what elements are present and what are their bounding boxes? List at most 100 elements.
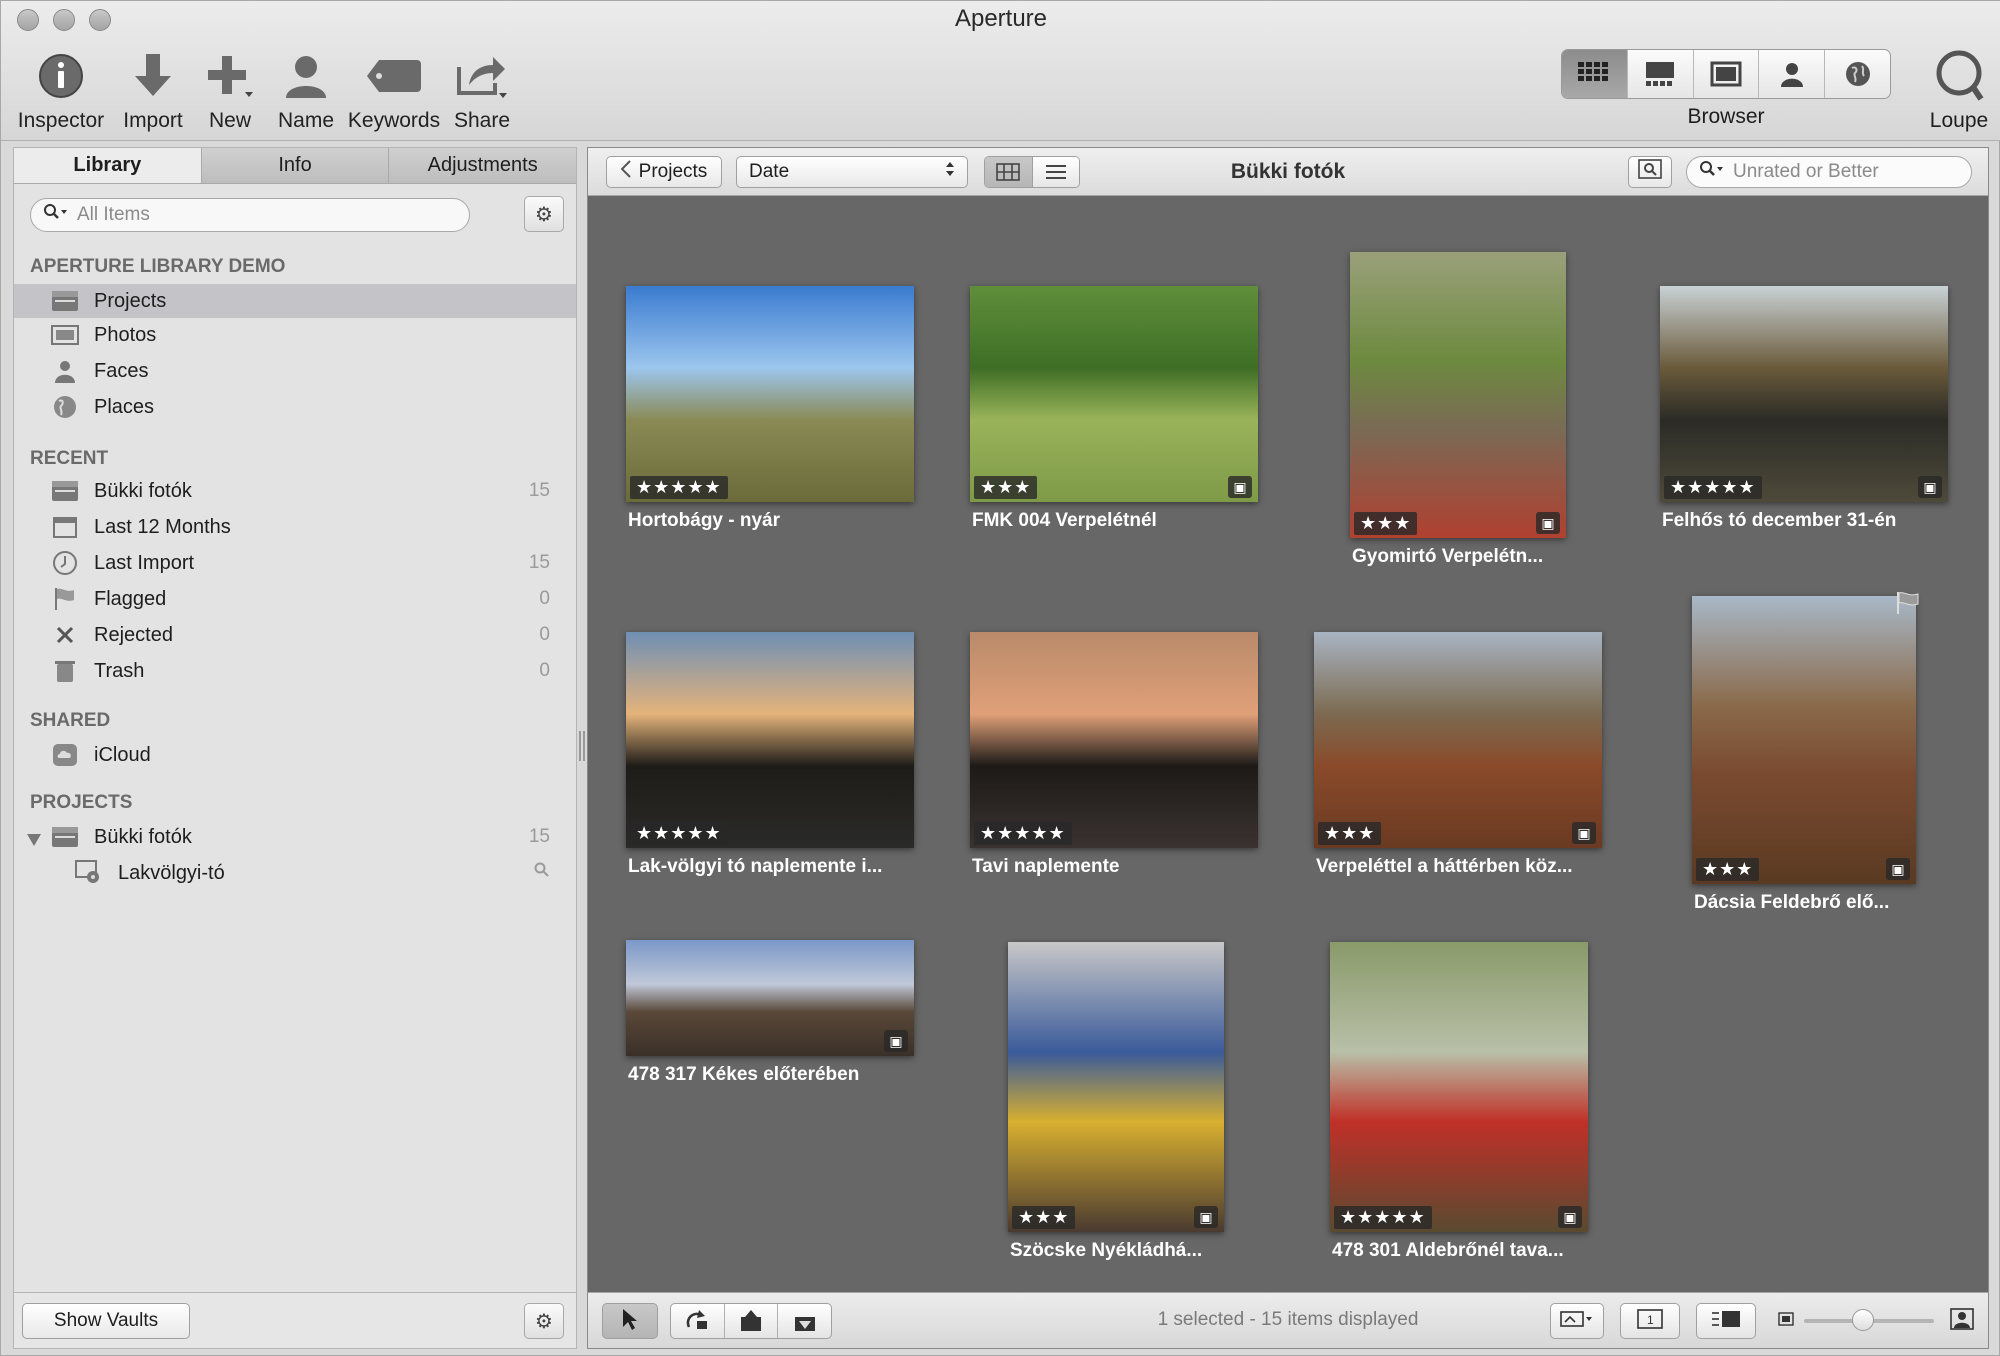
share-icon [447,47,517,105]
photo-image [626,632,914,848]
import-button[interactable]: Import [117,47,189,133]
tab-adjustments[interactable]: Adjustments [389,148,577,183]
photo-image [970,286,1258,502]
sidebar-item-label: Last 12 Months [94,515,231,538]
disclosure-triangle-icon[interactable] [26,830,42,853]
photo-thumbnail[interactable]: ▣ 478 317 Kékes előterében [626,940,914,1090]
split-view-handle[interactable] [579,731,585,761]
import-arrow-icon [117,47,189,105]
sidebar-footer: Show Vaults ⚙ [14,1292,576,1348]
photo-thumbnail[interactable]: ★★★ ▣ Szöcske Nyékládhá... [1008,942,1224,1266]
photo-thumbnail[interactable]: ★★★★★ Tavi naplemente [970,632,1258,882]
photo-image [626,286,914,502]
sidebar-item-rejected[interactable]: Rejected 0 [14,618,576,652]
sidebar-item-label: Faces [94,359,149,382]
sidebar-item-icloud[interactable]: iCloud [14,738,576,772]
library-action-gear-button[interactable]: ⚙ [524,196,564,232]
share-button[interactable]: Share [447,47,517,133]
view-mode-segmented-control [1561,49,1891,99]
toggle-list-panel-button[interactable] [1696,1303,1756,1339]
sidebar-item-label: Rejected [94,623,173,646]
sidebar-item-label: Projects [94,289,167,312]
keywords-button[interactable]: Keywords [347,47,441,133]
clock-icon [50,550,80,576]
metadata-overlay-button[interactable] [1550,1303,1604,1339]
sidebar-item-places[interactable]: Places [14,390,576,424]
sidebar-item-flagged[interactable]: Flagged 0 [14,582,576,616]
filmstrip-view-icon[interactable] [1628,50,1694,98]
item-count: 15 [528,826,550,847]
inspector-button[interactable]: Inspector [15,47,107,133]
tab-library[interactable]: Library [14,148,202,183]
photo-thumbnail[interactable]: ★★★★★ ▣ Felhős tó december 31-én [1660,286,1948,536]
sidebar-item-smart-album-lakvolgyi[interactable]: Lakvölgyi-tó [14,856,576,890]
sidebar-item-label: Lakvölgyi-tó [118,861,225,884]
faces-icon[interactable] [1759,50,1826,98]
import-label: Import [123,109,183,132]
item-count: 0 [539,660,550,681]
tag-icon [347,47,441,105]
photo-image [1692,596,1916,884]
photo-thumbnail[interactable]: ★★★★★ Hortobágy - nyár [626,286,914,536]
photo-thumbnail[interactable]: ★★★ ▣ FMK 004 Verpelétnél [970,286,1258,536]
thumbnail-size-slider-knob[interactable] [1852,1309,1874,1331]
item-count: 0 [539,624,550,645]
primary-only-button[interactable]: 1 [1620,1303,1680,1339]
rating-stars: ★★★★★ [630,476,728,499]
photo-caption: Felhős tó december 31-én [1662,510,1897,531]
sidebar-item-projects[interactable]: Projects [14,284,576,318]
share-label: Share [453,109,511,132]
photo-thumbnail[interactable]: ★★★ ▣ Gyomirtó Verpelétn... [1350,252,1566,572]
x-icon [50,625,80,645]
sidebar-item-faces[interactable]: Faces [14,354,576,388]
rating-stars: ★★★ [1318,822,1382,845]
sidebar-item-label: iCloud [94,743,151,766]
library-search-input[interactable]: All Items [30,198,470,232]
viewer-icon[interactable] [1694,50,1760,98]
loupe-icon [1921,47,1997,105]
project-box-icon [50,480,80,502]
adjusted-badge-icon: ▣ [1558,1206,1582,1228]
sidebar-item-recent-bukki[interactable]: Bükki fotók 15 [14,474,576,508]
photo-thumbnail[interactable]: ★★★★★ Lak-völgyi tó naplemente i... [626,632,914,882]
rating-stars: ★★★★★ [1664,476,1762,499]
sidebar-item-label: Trash [94,659,145,682]
search-placeholder: All Items [77,204,150,225]
sidebar-item-photos[interactable]: Photos [14,318,576,352]
recent-section-header: RECENT [30,448,109,469]
sidebar-item-last-12-months[interactable]: Last 12 Months [14,510,576,544]
rating-stars: ★★★ [1012,1206,1076,1229]
sidebar-item-project-bukki[interactable]: Bükki fotók 15 [14,820,576,854]
item-count: 0 [539,588,550,609]
browser-label: Browser [1687,105,1765,128]
search-icon [1699,160,1725,184]
grid-view-icon[interactable] [1562,50,1628,98]
new-button[interactable]: New [199,47,261,133]
rating-stars: ★★★ [1696,858,1760,881]
flag-icon [50,586,80,612]
name-button[interactable]: Name [271,47,341,133]
adjusted-badge-icon: ▣ [1194,1206,1218,1228]
rating-filter-placeholder: Unrated or Better [1733,161,1879,182]
filter-hud-button[interactable] [1628,156,1672,188]
places-icon[interactable] [1825,50,1890,98]
icloud-icon [50,742,80,768]
photo-image [1350,252,1566,538]
photo-thumbnail[interactable]: ★★★★★ ▣ 478 301 Aldebrőnél tava... [1330,942,1588,1266]
projects-icon [50,290,80,312]
photo-thumbnail[interactable]: ★★★ ▣ Dácsia Feldebrő elő... [1692,596,1916,918]
library-section-header: APERTURE LIBRARY DEMO [30,256,286,277]
show-vaults-button[interactable]: Show Vaults [22,1303,190,1339]
loupe-button[interactable]: Loupe [1921,47,1997,133]
rating-filter-input[interactable]: Unrated or Better [1686,156,1972,188]
photo-thumbnail[interactable]: ★★★ ▣ Verpeléttel a háttérben köz... [1314,632,1602,882]
tab-info[interactable]: Info [201,148,390,183]
loupe-label: Loupe [1929,109,1989,132]
adjusted-badge-icon: ▣ [1886,858,1910,880]
sidebar-item-trash[interactable]: Trash 0 [14,654,576,688]
adjusted-badge-icon: ▣ [1572,822,1596,844]
calendar-icon [50,515,80,539]
sidebar-action-gear-button[interactable]: ⚙ [524,1303,564,1339]
sidebar-item-last-import[interactable]: Last Import 15 [14,546,576,580]
photo-caption: 478 301 Aldebrőnél tava... [1332,1240,1564,1261]
